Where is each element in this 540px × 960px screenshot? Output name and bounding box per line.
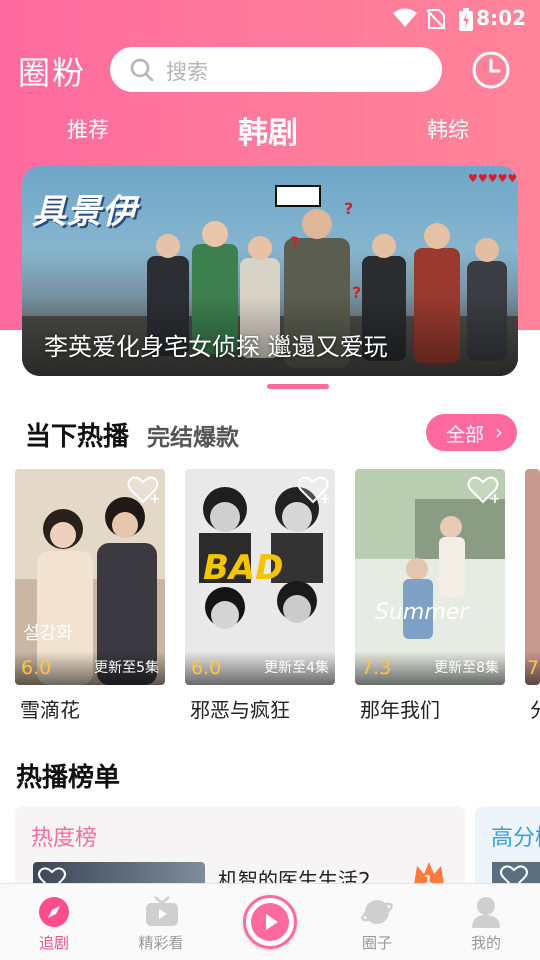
drama-card-bad-and-crazy[interactable]: BAD + 6.0 更新至4集 bbox=[185, 469, 335, 685]
nav-label: 追剧 bbox=[38, 934, 69, 952]
drama-title[interactable]: 雪滴花 bbox=[20, 694, 80, 723]
chevron-right-icon: › bbox=[495, 420, 503, 444]
svg-text:?: ? bbox=[290, 233, 299, 252]
banner-carousel[interactable]: ? ? ? ♥♥♥♥♥ 具景伊 李英爱化身宅女侦探 邋遢又爱玩 bbox=[22, 166, 518, 376]
play-button[interactable] bbox=[243, 895, 297, 949]
drama-card-partial[interactable]: 7 bbox=[525, 469, 540, 685]
battery-icon bbox=[459, 8, 473, 31]
poster-text-snowdrop: 설강화 bbox=[23, 623, 73, 644]
banner-show-logo: 具景伊 bbox=[32, 192, 137, 232]
ranking-card-title: 热度榜 bbox=[31, 826, 98, 851]
svg-text:+: + bbox=[149, 491, 159, 505]
nav-label: 精彩看 bbox=[138, 934, 184, 952]
svg-text:+: + bbox=[489, 491, 499, 505]
status-bar: 8:02 bbox=[0, 0, 540, 36]
nav-item-follow[interactable]: 追剧 bbox=[4, 884, 104, 960]
search-input[interactable]: 搜索 bbox=[110, 47, 442, 92]
search-placeholder: 搜索 bbox=[166, 60, 208, 84]
planet-icon bbox=[361, 900, 393, 924]
svg-text:+: + bbox=[319, 491, 329, 505]
ranking-card-title: 高分榜 bbox=[491, 826, 540, 851]
user-icon bbox=[472, 897, 500, 928]
drama-title[interactable]: 那年我们 bbox=[360, 694, 440, 723]
drama-title[interactable]: 分 bbox=[530, 694, 540, 723]
nav-item-highlights[interactable]: 精彩看 bbox=[111, 884, 211, 960]
heart-add-icon[interactable]: + bbox=[297, 475, 329, 505]
section-title-ranking: 热播榜单 bbox=[16, 763, 121, 793]
search-icon bbox=[130, 58, 154, 82]
nav-item-circle[interactable]: 圈子 bbox=[327, 884, 427, 960]
drama-card-snowdrop[interactable]: 설강화 + 6.0 更新至5集 bbox=[15, 469, 165, 685]
nav-item-me[interactable]: 我的 bbox=[436, 884, 536, 960]
banner-page-indicator bbox=[267, 384, 329, 389]
play-button-inner bbox=[251, 903, 289, 941]
all-button[interactable]: 全部 › bbox=[426, 414, 517, 451]
tv-icon bbox=[146, 896, 178, 926]
drama-title[interactable]: 邪恶与疯狂 bbox=[190, 694, 290, 723]
all-button-label: 全部 bbox=[446, 424, 485, 446]
wifi-icon bbox=[393, 8, 417, 27]
heart-add-icon[interactable]: + bbox=[127, 475, 159, 505]
heart-add-icon[interactable]: + bbox=[467, 475, 499, 505]
rating-score: 7 bbox=[527, 657, 540, 679]
rating-score: 7.3 bbox=[361, 657, 392, 679]
no-sim-icon bbox=[426, 9, 446, 30]
app-logo: 圈粉 bbox=[18, 54, 87, 92]
svg-text:?: ? bbox=[344, 199, 353, 218]
rating-score: 6.0 bbox=[21, 657, 52, 679]
svg-text:♥♥♥♥♥: ♥♥♥♥♥ bbox=[468, 172, 517, 185]
rating-score: 6.0 bbox=[191, 657, 222, 679]
section-tab-completed[interactable]: 完结爆款 bbox=[147, 418, 239, 452]
episode-update: 更新至5集 bbox=[94, 660, 159, 676]
nav-label: 圈子 bbox=[361, 934, 392, 952]
section-title-now-airing[interactable]: 当下热播 bbox=[25, 416, 129, 453]
poster-text-summer: Summer bbox=[375, 600, 470, 625]
play-icon bbox=[266, 914, 278, 930]
tab-korean-variety[interactable]: 韩综 bbox=[427, 114, 469, 144]
history-clock-icon[interactable] bbox=[471, 50, 511, 90]
tab-recommend[interactable]: 推荐 bbox=[67, 114, 109, 144]
episode-update: 更新至4集 bbox=[264, 660, 329, 676]
banner-title: 李英爱化身宅女侦探 邋遢又爱玩 bbox=[44, 333, 388, 361]
tab-korean-drama[interactable]: 韩剧 bbox=[238, 108, 298, 152]
drama-card-our-beloved-summer[interactable]: Summer + 7.3 更新至8集 bbox=[355, 469, 505, 685]
clock-time: 8:02 bbox=[476, 6, 526, 30]
episode-update: 更新至8集 bbox=[434, 660, 499, 676]
compass-icon bbox=[39, 897, 69, 927]
poster-text-bad: BAD bbox=[203, 548, 283, 588]
nav-label: 我的 bbox=[470, 934, 501, 952]
